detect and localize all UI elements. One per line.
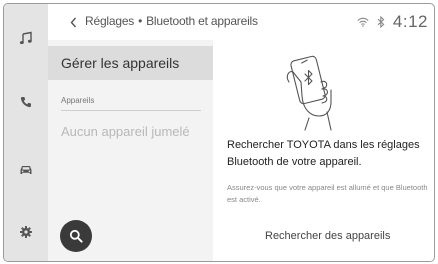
manage-devices-label: Gérer les appareils: [61, 55, 180, 71]
devices-section-label: Appareils: [61, 96, 95, 105]
gear-icon: [20, 226, 32, 238]
app-screen: Réglages • Bluetooth et appareils 4:12 Gér…: [3, 3, 435, 262]
search-icon: [69, 229, 83, 243]
breadcrumb-current: Bluetooth et appareils: [146, 14, 258, 28]
status-area: 4:12: [357, 9, 428, 35]
pairing-instruction-text: Rechercher TOYOTA dans les réglages Blue…: [227, 139, 420, 168]
bluetooth-icon: [377, 16, 385, 28]
breadcrumb: Réglages • Bluetooth et appareils: [85, 14, 258, 28]
search-devices-button[interactable]: Rechercher des appareils: [265, 230, 390, 242]
phone-icon: [20, 97, 31, 108]
device-panel: Gérer les appareils Appareils Aucun appa…: [48, 40, 213, 261]
chevron-left-icon: [70, 17, 76, 27]
rail-music-button[interactable]: [4, 20, 48, 56]
wifi-icon: [357, 17, 369, 27]
breadcrumb-parent[interactable]: Réglages: [85, 14, 134, 28]
search-fab-button[interactable]: [60, 220, 92, 252]
clock: 4:12: [392, 12, 428, 31]
section-divider: [61, 110, 201, 111]
header-bar: Réglages • Bluetooth et appareils 4:12: [48, 4, 434, 40]
rail-phone-button[interactable]: [4, 84, 48, 120]
pairing-note-text: Assurez-vous que votre appareil est allu…: [227, 183, 428, 204]
pairing-instructions: Rechercher TOYOTA dans les réglages Blue…: [213, 40, 434, 261]
breadcrumb-separator: •: [138, 14, 143, 28]
back-button[interactable]: [66, 13, 80, 31]
phone-in-hand-bluetooth-icon: [286, 55, 332, 131]
manage-devices-item[interactable]: Gérer les appareils: [48, 46, 213, 80]
car-icon: [20, 166, 32, 174]
music-note-icon: [19, 31, 32, 45]
rail-vehicle-button[interactable]: [4, 152, 48, 188]
rail-settings-button[interactable]: [4, 214, 48, 250]
side-rail: [4, 4, 48, 261]
no-paired-devices-text: Aucun appareil jumelé: [61, 124, 190, 139]
